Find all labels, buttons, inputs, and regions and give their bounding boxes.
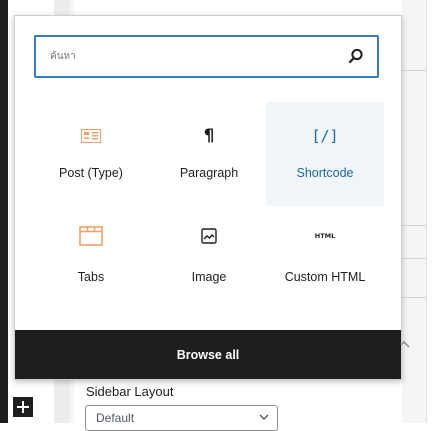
search-input[interactable] xyxy=(50,37,330,76)
settings-panel-edge xyxy=(402,0,426,423)
panel-divider xyxy=(402,225,426,226)
right-border xyxy=(426,0,438,423)
image-icon xyxy=(150,226,268,246)
panel-divider xyxy=(402,70,426,71)
panel-divider xyxy=(402,297,426,298)
chevron-down-icon xyxy=(259,414,269,420)
block-label: Shortcode xyxy=(296,166,354,180)
block-paragraph[interactable]: ¶ Paragraph xyxy=(150,102,268,206)
browse-all-button[interactable]: Browse all xyxy=(15,330,401,379)
sidebar-layout-select[interactable]: Default xyxy=(85,405,278,431)
block-label: Tabs xyxy=(77,270,105,284)
block-label: Image xyxy=(191,270,227,284)
block-post-type[interactable]: Post (Type) xyxy=(32,102,150,206)
block-label: Paragraph xyxy=(179,166,239,180)
block-tabs[interactable]: Tabs xyxy=(32,206,150,310)
html-icon: HTML xyxy=(314,232,336,240)
block-shortcode[interactable]: [/] Shortcode xyxy=(266,102,384,206)
block-label: Post (Type) xyxy=(59,166,123,180)
add-block-button[interactable] xyxy=(13,397,33,417)
panel-divider xyxy=(402,258,426,259)
block-image[interactable]: Image xyxy=(150,206,268,310)
block-inserter-popover: Post (Type) ¶ Paragraph [/] Shortcode Ta… xyxy=(14,15,402,380)
search-field xyxy=(34,35,379,78)
plus-icon xyxy=(17,401,29,413)
paragraph-icon: ¶ xyxy=(203,126,215,146)
sidebar-layout-label: Sidebar Layout xyxy=(86,384,174,399)
block-label: Custom HTML xyxy=(284,270,366,284)
search-icon xyxy=(348,48,363,64)
post-type-icon xyxy=(32,126,150,146)
tabs-icon xyxy=(32,226,150,246)
shortcode-icon: [/] xyxy=(311,127,339,145)
block-custom-html[interactable]: HTML Custom HTML xyxy=(266,206,384,310)
left-dark-bar xyxy=(0,0,8,423)
